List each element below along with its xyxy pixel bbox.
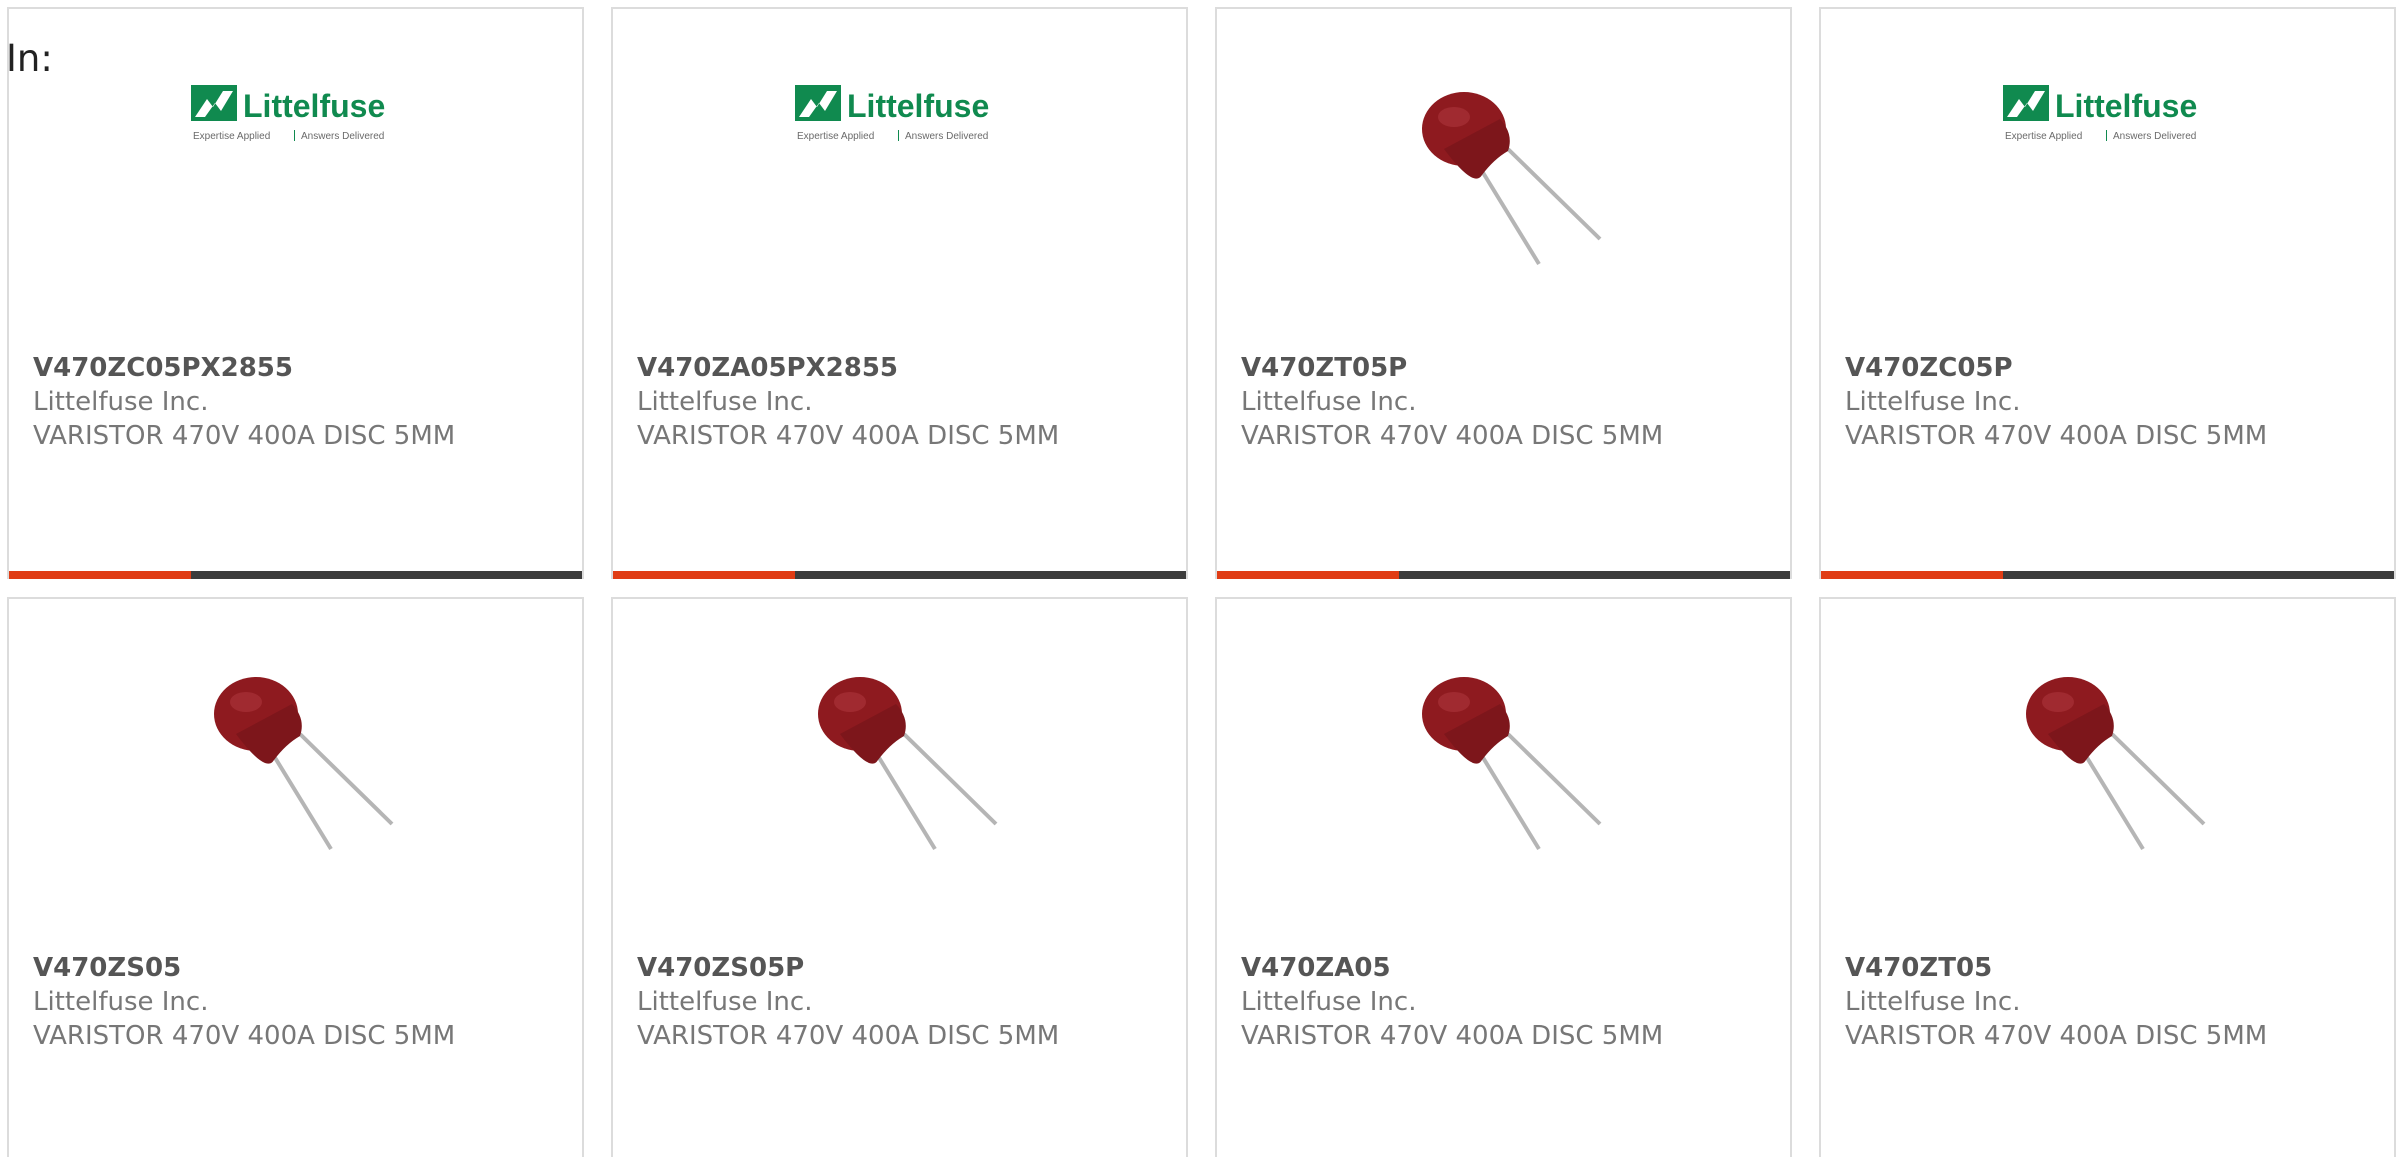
product-image	[9, 664, 582, 874]
product-card[interactable]: V470ZS05 Littelfuse Inc. VARISTOR 470V 4…	[7, 597, 584, 1157]
product-image: Littelfuse Expertise Applied Answers Del…	[613, 79, 1186, 289]
varistor-image	[1421, 677, 1601, 851]
card-footer-accent	[1217, 571, 1399, 579]
svg-text:Answers Delivered: Answers Delivered	[905, 131, 988, 142]
card-footer-accent	[1821, 571, 2003, 579]
manufacturer: Littelfuse Inc.	[637, 387, 813, 417]
littelfuse-logo: Littelfuse Expertise Applied Answers Del…	[190, 85, 385, 142]
card-footer-accent	[613, 571, 795, 579]
manufacturer: Littelfuse Inc.	[33, 987, 209, 1017]
description: VARISTOR 470V 400A DISC 5MM	[33, 421, 456, 451]
manufacturer: Littelfuse Inc.	[1845, 387, 2021, 417]
part-number-link[interactable]: V470ZA05PX2855	[637, 351, 1176, 385]
product-image	[1217, 664, 1790, 874]
part-number-link[interactable]: V470ZC05P	[1845, 351, 2384, 385]
product-image: Littelfuse Expertise Applied Answers Del…	[1821, 79, 2394, 289]
part-number-link[interactable]: V470ZT05P	[1241, 351, 1780, 385]
product-image: Littelfuse Expertise Applied Answers Del…	[9, 79, 582, 289]
svg-text:Expertise Applied: Expertise Applied	[193, 131, 270, 142]
description: VARISTOR 470V 400A DISC 5MM	[1241, 1021, 1664, 1051]
part-number-link[interactable]: V470ZT05	[1845, 951, 2384, 985]
svg-text:Expertise Applied: Expertise Applied	[2005, 131, 2082, 142]
svg-text:Expertise Applied: Expertise Applied	[797, 131, 874, 142]
card-footer-accent	[9, 571, 191, 579]
product-image	[1821, 664, 2394, 874]
description: VARISTOR 470V 400A DISC 5MM	[637, 421, 1060, 451]
product-card[interactable]: Littelfuse Expertise Applied Answers Del…	[7, 7, 584, 579]
svg-text:Answers Delivered: Answers Delivered	[301, 131, 384, 142]
description: VARISTOR 470V 400A DISC 5MM	[1845, 1021, 2268, 1051]
description: VARISTOR 470V 400A DISC 5MM	[1845, 421, 2268, 451]
littelfuse-logo: Littelfuse Expertise Applied Answers Del…	[2002, 85, 2197, 142]
product-results-page: In: Littelfuse Expertise Applied Answers…	[0, 0, 2400, 1157]
svg-text:Littelfuse: Littelfuse	[847, 88, 989, 124]
littelfuse-logo: Littelfuse Expertise Applied Answers Del…	[794, 85, 989, 142]
svg-text:Answers Delivered: Answers Delivered	[2113, 131, 2196, 142]
varistor-image	[213, 677, 393, 851]
product-card[interactable]: V470ZS05P Littelfuse Inc. VARISTOR 470V …	[611, 597, 1188, 1157]
svg-text:Littelfuse: Littelfuse	[2055, 88, 2197, 124]
part-number-link[interactable]: V470ZS05	[33, 951, 572, 985]
manufacturer: Littelfuse Inc.	[637, 987, 813, 1017]
product-card[interactable]: Littelfuse Expertise Applied Answers Del…	[1819, 7, 2396, 579]
varistor-image	[1421, 92, 1601, 266]
product-card[interactable]: V470ZT05 Littelfuse Inc. VARISTOR 470V 4…	[1819, 597, 2396, 1157]
card-footer-bar	[1821, 571, 2394, 579]
part-number-link[interactable]: V470ZS05P	[637, 951, 1176, 985]
part-number-link[interactable]: V470ZA05	[1241, 951, 1780, 985]
in-label: In:	[6, 37, 53, 80]
product-grid: Littelfuse Expertise Applied Answers Del…	[7, 7, 2400, 1157]
manufacturer: Littelfuse Inc.	[1845, 987, 2021, 1017]
product-card[interactable]: V470ZA05 Littelfuse Inc. VARISTOR 470V 4…	[1215, 597, 1792, 1157]
manufacturer: Littelfuse Inc.	[33, 387, 209, 417]
varistor-image	[817, 677, 997, 851]
description: VARISTOR 470V 400A DISC 5MM	[637, 1021, 1060, 1051]
description: VARISTOR 470V 400A DISC 5MM	[1241, 421, 1664, 451]
part-number-link[interactable]: V470ZC05PX2855	[33, 351, 572, 385]
card-footer-bar	[613, 571, 1186, 579]
varistor-image	[2025, 677, 2205, 851]
card-footer-bar	[9, 571, 582, 579]
svg-text:Littelfuse: Littelfuse	[243, 88, 385, 124]
product-image	[613, 664, 1186, 874]
manufacturer: Littelfuse Inc.	[1241, 387, 1417, 417]
product-card[interactable]: Littelfuse Expertise Applied Answers Del…	[611, 7, 1188, 579]
product-card[interactable]: V470ZT05P Littelfuse Inc. VARISTOR 470V …	[1215, 7, 1792, 579]
manufacturer: Littelfuse Inc.	[1241, 987, 1417, 1017]
card-footer-bar	[1217, 571, 1790, 579]
product-image	[1217, 79, 1790, 289]
description: VARISTOR 470V 400A DISC 5MM	[33, 1021, 456, 1051]
